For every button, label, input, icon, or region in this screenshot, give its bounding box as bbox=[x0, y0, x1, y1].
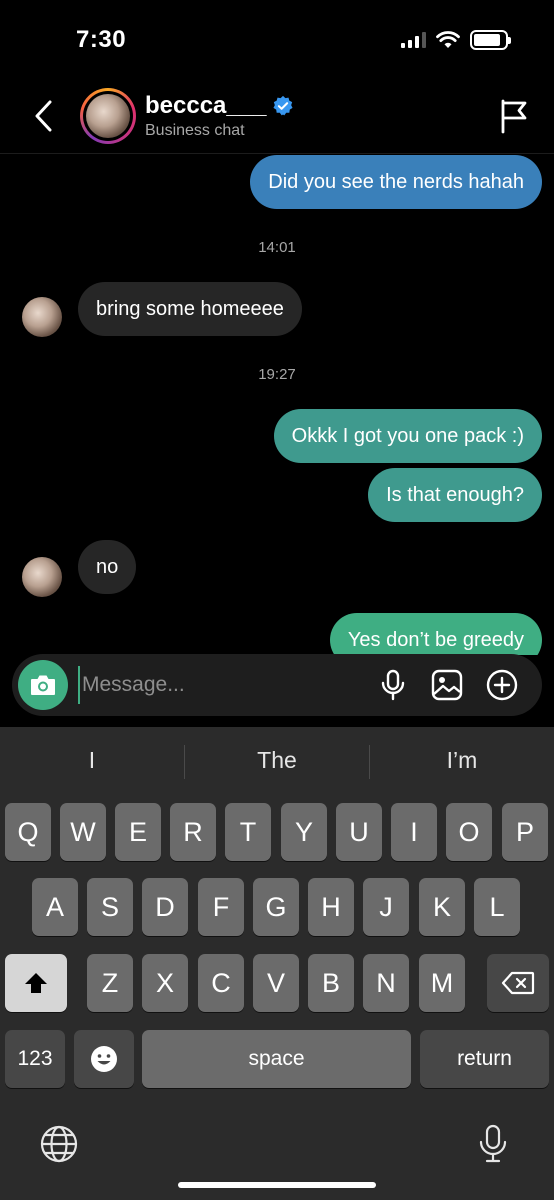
verified-badge-icon bbox=[273, 95, 293, 116]
key-f[interactable]: F bbox=[198, 878, 244, 936]
key-r[interactable]: R bbox=[170, 803, 216, 861]
chat-type-label: Business chat bbox=[145, 122, 245, 139]
contact-name: beccca___ bbox=[145, 92, 267, 119]
key-o[interactable]: O bbox=[446, 803, 492, 861]
message-list[interactable]: Did you see the nerds hahah 14:01 bring … bbox=[0, 155, 554, 655]
key-l[interactable]: L bbox=[474, 878, 520, 936]
timestamp: 19:27 bbox=[258, 366, 296, 383]
key-v[interactable]: V bbox=[253, 954, 299, 1012]
suggestion[interactable]: I bbox=[0, 747, 184, 774]
message-text: Did you see the nerds hahah bbox=[268, 170, 524, 193]
numbers-key[interactable]: 123 bbox=[5, 1030, 65, 1088]
chat-header: beccca___ Business chat bbox=[0, 82, 554, 154]
message-text: Is that enough? bbox=[386, 483, 524, 506]
emoji-key[interactable] bbox=[74, 1030, 134, 1088]
shift-icon bbox=[25, 973, 47, 993]
outgoing-message[interactable]: Okkk I got you one pack :) bbox=[273, 409, 542, 463]
delete-key[interactable] bbox=[487, 954, 549, 1012]
message-input[interactable] bbox=[78, 666, 358, 704]
key-c[interactable]: C bbox=[198, 954, 244, 1012]
key-p[interactable]: P bbox=[502, 803, 548, 861]
key-m[interactable]: M bbox=[419, 954, 465, 1012]
microphone-icon[interactable] bbox=[376, 668, 410, 702]
add-icon[interactable] bbox=[485, 668, 519, 702]
signal-icon bbox=[401, 32, 426, 48]
backspace-icon bbox=[501, 971, 535, 995]
message-text: no bbox=[96, 555, 119, 578]
globe-icon[interactable] bbox=[38, 1123, 80, 1165]
outgoing-message[interactable]: Is that enough? bbox=[368, 468, 542, 522]
flag-icon[interactable] bbox=[498, 98, 530, 134]
incoming-message[interactable]: bring some homeeee bbox=[78, 282, 302, 336]
timestamp: 14:01 bbox=[258, 239, 296, 256]
key-e[interactable]: E bbox=[115, 803, 161, 861]
outgoing-message[interactable]: Yes don’t be greedy bbox=[329, 613, 542, 655]
return-key[interactable]: return bbox=[420, 1030, 549, 1088]
battery-icon bbox=[470, 30, 511, 50]
key-t[interactable]: T bbox=[225, 803, 271, 861]
wifi-icon bbox=[436, 31, 460, 48]
key-k[interactable]: K bbox=[419, 878, 465, 936]
key-h[interactable]: H bbox=[308, 878, 354, 936]
keyboard: I The I’m Q W E R T Y U I O P A S D F G … bbox=[0, 727, 554, 1200]
sender-avatar[interactable] bbox=[22, 557, 62, 597]
sender-avatar[interactable] bbox=[22, 297, 62, 337]
camera-icon bbox=[31, 675, 55, 695]
gallery-icon[interactable] bbox=[430, 668, 464, 702]
dictation-icon[interactable] bbox=[472, 1123, 514, 1165]
key-g[interactable]: G bbox=[253, 878, 299, 936]
space-key[interactable]: space bbox=[142, 1030, 411, 1088]
suggestion[interactable]: I’m bbox=[370, 747, 554, 774]
message-text: Yes don’t be greedy bbox=[347, 628, 524, 651]
key-w[interactable]: W bbox=[60, 803, 106, 861]
key-x[interactable]: X bbox=[142, 954, 188, 1012]
message-composer bbox=[12, 654, 542, 716]
shift-key[interactable] bbox=[5, 954, 67, 1012]
home-indicator[interactable] bbox=[178, 1182, 376, 1188]
status-bar: 7:30 bbox=[0, 0, 554, 82]
status-time: 7:30 bbox=[76, 26, 127, 53]
key-i[interactable]: I bbox=[391, 803, 437, 861]
back-icon[interactable] bbox=[30, 98, 60, 134]
message-text: bring some homeeee bbox=[96, 297, 284, 320]
key-a[interactable]: A bbox=[32, 878, 78, 936]
incoming-message[interactable]: no bbox=[78, 540, 137, 594]
outgoing-message[interactable]: Did you see the nerds hahah bbox=[250, 155, 542, 209]
message-text: Okkk I got you one pack :) bbox=[291, 424, 524, 447]
key-b[interactable]: B bbox=[308, 954, 354, 1012]
suggestion-bar: I The I’m bbox=[0, 727, 554, 797]
contact-name-row[interactable]: beccca___ bbox=[145, 92, 294, 120]
avatar[interactable] bbox=[80, 88, 136, 144]
key-u[interactable]: U bbox=[336, 803, 382, 861]
key-y[interactable]: Y bbox=[281, 803, 327, 861]
key-s[interactable]: S bbox=[87, 878, 133, 936]
suggestion[interactable]: The bbox=[185, 747, 369, 774]
key-d[interactable]: D bbox=[142, 878, 188, 936]
key-j[interactable]: J bbox=[363, 878, 409, 936]
key-n[interactable]: N bbox=[363, 954, 409, 1012]
key-z[interactable]: Z bbox=[87, 954, 133, 1012]
emoji-icon bbox=[91, 1046, 117, 1072]
camera-button[interactable] bbox=[18, 660, 68, 710]
status-icons bbox=[401, 30, 511, 50]
key-q[interactable]: Q bbox=[5, 803, 51, 861]
